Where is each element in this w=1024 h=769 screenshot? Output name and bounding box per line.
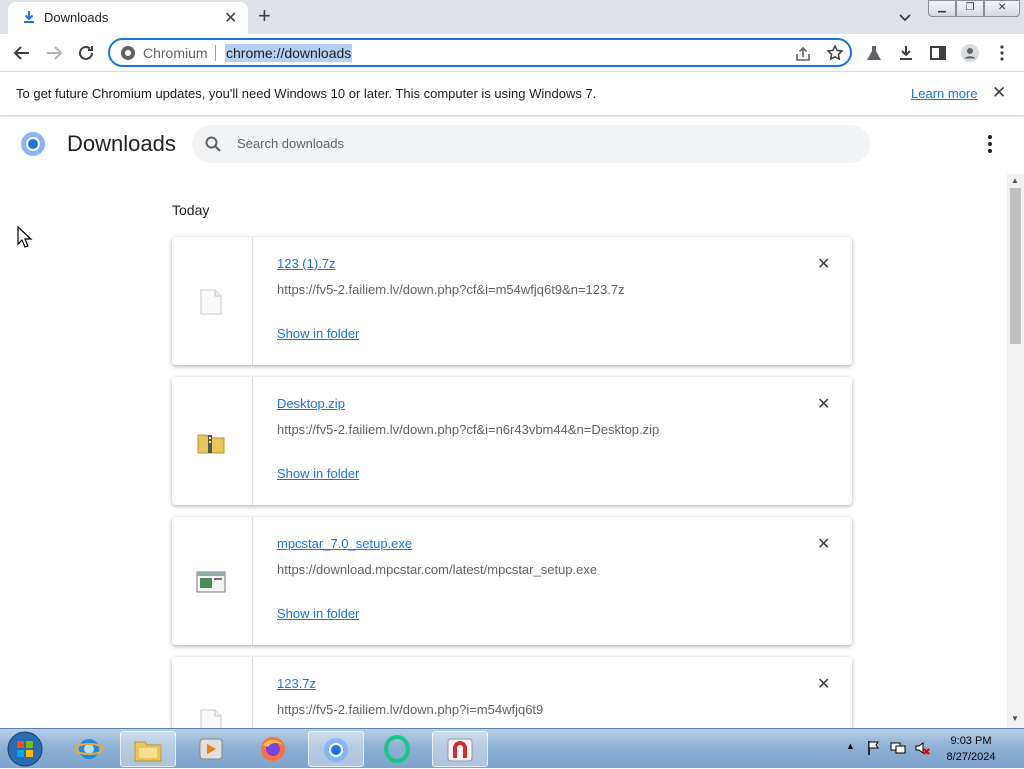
reload-icon[interactable] [76, 43, 96, 63]
media-player-icon [199, 738, 223, 760]
chromium-logo-icon [21, 132, 45, 156]
scroll-up-arrow-icon[interactable]: ▲ [1011, 176, 1019, 185]
tab-downloads[interactable]: Downloads ✕ [8, 2, 248, 34]
remove-download-icon[interactable]: ✕ [817, 534, 830, 554]
infobar-close-icon[interactable]: ✕ [992, 83, 1006, 103]
taskbar-opera[interactable] [370, 731, 426, 767]
address-bar[interactable]: Chromium chrome://downloads [108, 38, 852, 67]
learn-more-link[interactable]: Learn more [911, 86, 977, 101]
red-app-icon [447, 738, 473, 762]
infobar-message: To get future Chromium updates, you'll n… [16, 86, 597, 101]
show-in-folder-link[interactable]: Show in folder [277, 606, 359, 621]
omnibox-separator [215, 45, 216, 61]
search-icon [205, 136, 221, 152]
downloads-page: Downloads Search downloads Today 123 (1)… [0, 117, 1024, 728]
close-window-button[interactable]: ✕ [984, 0, 1020, 17]
page-title: Downloads [67, 131, 176, 156]
site-chip: Chromium [143, 45, 208, 61]
show-in-folder-link[interactable]: Show in folder [277, 326, 359, 341]
file-explorer-icon [134, 741, 162, 762]
zip-folder-icon [197, 434, 225, 454]
download-file-name[interactable]: 123 (1).7z [277, 256, 336, 271]
tab-search-chevron-icon[interactable] [896, 8, 914, 26]
show-hidden-icons-icon[interactable]: ▲ [846, 741, 855, 751]
chrome-menu-icon[interactable] [992, 43, 1012, 63]
restore-button[interactable]: ❐ [956, 0, 985, 17]
taskbar-media-player[interactable] [184, 731, 240, 767]
download-item: Desktop.zip https://fv5-2.failiem.lv/dow… [172, 377, 852, 505]
download-icon-column [172, 237, 253, 365]
mouse-pointer-icon [17, 226, 33, 248]
tab-close-icon[interactable]: ✕ [224, 8, 237, 28]
taskbar-file-explorer[interactable] [120, 731, 176, 767]
system-tray: ▲ 9:03 PM 8/27/2024 [842, 729, 1024, 769]
download-source-url: https://fv5-2.failiem.lv/down.php?i=m54w… [277, 702, 544, 717]
internet-explorer-icon [74, 739, 104, 759]
update-infobar: To get future Chromium updates, you'll n… [0, 72, 1024, 116]
windows-start-orb-icon[interactable] [4, 730, 46, 768]
downloads-toolbar-icon[interactable] [896, 43, 916, 63]
bookmark-star-icon[interactable] [826, 44, 844, 62]
download-source-url: https://fv5-2.failiem.lv/down.php?cf&i=n… [277, 422, 660, 437]
window-controls: ▁ ❐ ✕ [928, 0, 1020, 17]
url-text[interactable]: chrome://downloads [225, 44, 353, 62]
download-item: 123.7z https://fv5-2.failiem.lv/down.php… [172, 657, 852, 728]
profile-avatar-icon[interactable] [960, 43, 980, 63]
download-source-url: https://fv5-2.failiem.lv/down.php?cf&i=m… [277, 282, 625, 297]
firefox-icon [261, 737, 285, 761]
taskbar-red-app[interactable] [432, 731, 488, 767]
download-item: mpcstar_7.0_setup.exe https://download.m… [172, 517, 852, 645]
share-icon[interactable] [794, 45, 812, 63]
file-icon [200, 289, 222, 315]
network-icon[interactable] [890, 740, 906, 756]
windows-taskbar: ▲ 9:03 PM 8/27/2024 [0, 728, 1024, 768]
tab-strip: Downloads ✕ + ▁ ❐ ✕ [0, 0, 1024, 34]
remove-download-icon[interactable]: ✕ [817, 674, 830, 694]
file-icon [200, 709, 222, 728]
minimize-button[interactable]: ▁ [928, 0, 957, 17]
opera-icon [384, 735, 410, 763]
download-icon-column [172, 657, 253, 728]
remove-download-icon[interactable]: ✕ [817, 254, 830, 274]
volume-muted-icon[interactable] [914, 740, 930, 756]
download-source-url: https://download.mpcstar.com/latest/mpcs… [277, 562, 598, 577]
exe-icon [196, 571, 226, 593]
taskbar-clock[interactable]: 9:03 PM 8/27/2024 [936, 733, 1006, 765]
taskbar-internet-explorer[interactable] [62, 731, 118, 767]
download-item: 123 (1).7z https://fv5-2.failiem.lv/down… [172, 237, 852, 365]
action-center-flag-icon[interactable] [866, 740, 882, 756]
show-in-folder-link[interactable]: Show in folder [277, 466, 359, 481]
download-file-name[interactable]: mpcstar_7.0_setup.exe [277, 536, 412, 551]
remove-download-icon[interactable]: ✕ [817, 394, 830, 414]
chromium-site-icon [121, 46, 135, 60]
clock-time: 9:03 PM [950, 735, 992, 747]
taskbar-chromium[interactable] [308, 731, 364, 767]
labs-flask-icon[interactable] [864, 43, 884, 63]
taskbar-firefox[interactable] [246, 731, 302, 767]
search-placeholder: Search downloads [237, 136, 344, 151]
side-panel-icon[interactable] [928, 43, 948, 63]
download-icon-column [172, 517, 253, 645]
forward-arrow-icon[interactable] [44, 43, 64, 63]
page-scrollbar[interactable]: ▲ ▼ [1007, 174, 1024, 728]
more-actions-icon[interactable] [984, 133, 996, 155]
toolbar: Chromium chrome://downloads [0, 34, 1024, 72]
scrollbar-thumb[interactable] [1010, 188, 1021, 344]
new-tab-button[interactable]: + [258, 3, 271, 29]
back-arrow-icon[interactable] [12, 43, 32, 63]
scroll-down-arrow-icon[interactable]: ▼ [1011, 714, 1019, 723]
download-icon [24, 11, 34, 23]
clock-date: 8/27/2024 [946, 751, 996, 763]
chromium-icon [324, 738, 348, 762]
search-downloads-input[interactable]: Search downloads [192, 125, 870, 163]
download-icon-column [172, 377, 253, 505]
date-group-header: Today [172, 202, 210, 218]
tab-title: Downloads [44, 10, 109, 25]
download-file-name[interactable]: Desktop.zip [277, 396, 345, 411]
download-file-name[interactable]: 123.7z [277, 676, 316, 691]
